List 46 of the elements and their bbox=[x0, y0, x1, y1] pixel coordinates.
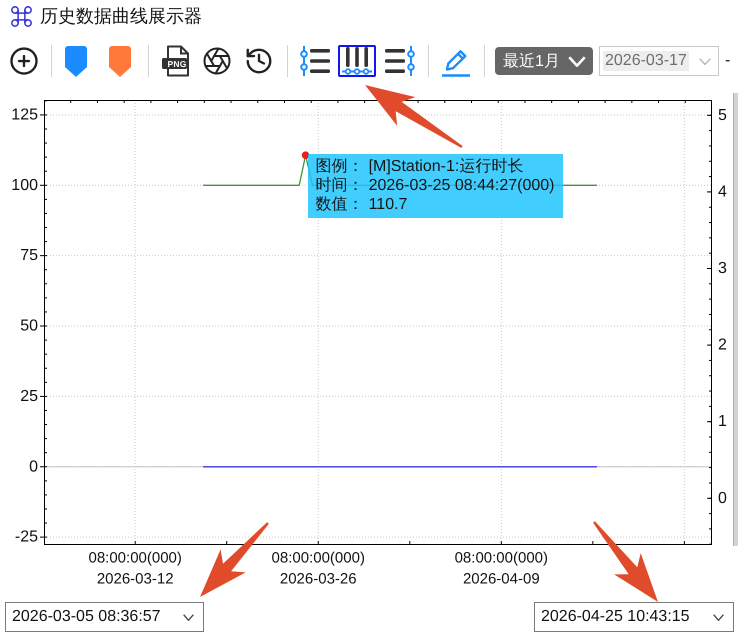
y-tick-label: 50 bbox=[20, 318, 38, 335]
y2-tick-label: 2 bbox=[718, 336, 727, 354]
x-tick-date-label: 2026-03-26 bbox=[280, 570, 357, 588]
x-tick-time-label: 08:00:00(000) bbox=[272, 550, 365, 566]
y2-tick-label: 5 bbox=[718, 106, 727, 124]
plus-circle-icon bbox=[9, 45, 39, 77]
tooltip-label: 数值： bbox=[316, 195, 365, 214]
x-tick-date-label: 2026-04-09 bbox=[462, 570, 540, 588]
range-separator: - bbox=[725, 52, 730, 70]
point-marker bbox=[302, 151, 310, 159]
x-tick-date-label: 2026-03-12 bbox=[96, 570, 174, 588]
y2-tick-label: 3 bbox=[718, 260, 727, 277]
list-right-slider-icon bbox=[385, 46, 415, 76]
y2-tick-label: 4 bbox=[718, 183, 727, 200]
window-title: 历史数据曲线展示器 bbox=[40, 5, 202, 28]
list-left-slider-icon bbox=[300, 46, 330, 76]
y-tick-label: 125 bbox=[11, 106, 38, 124]
tooltip-value: 110.7 bbox=[368, 195, 408, 214]
command-icon bbox=[10, 4, 33, 28]
chevron-down-icon bbox=[568, 56, 586, 66]
tooltip-label: 时间： bbox=[316, 176, 365, 196]
aperture-icon bbox=[202, 45, 232, 77]
tooltip-value: [M]Station-1:运行时长 bbox=[368, 157, 524, 176]
y-tick-label: 25 bbox=[20, 388, 38, 405]
date-time-combobox[interactable]: 2026-04-25 10:43:15 bbox=[534, 602, 734, 632]
tooltip-label: 图例： bbox=[316, 157, 365, 176]
y-tick-label: -25 bbox=[14, 528, 38, 546]
date-time-combobox[interactable]: 2026-03-05 08:36:57 bbox=[5, 602, 204, 632]
y-tick-label: 100 bbox=[11, 176, 38, 194]
chevron-down-icon bbox=[699, 58, 711, 64]
tooltip-value: 2026-03-25 08:44:27(000) bbox=[368, 176, 554, 196]
y2-tick-label: 1 bbox=[718, 413, 727, 430]
range-dropdown[interactable]: 最近1月 bbox=[495, 47, 593, 75]
x-tick-time-label: 08:00:00(000) bbox=[454, 550, 548, 566]
document-icon bbox=[161, 45, 191, 77]
y-tick-label: 0 bbox=[29, 458, 38, 476]
png-export-button[interactable]: PNG bbox=[159, 44, 193, 78]
chevron-down-icon bbox=[713, 614, 724, 620]
marker-icon bbox=[65, 46, 87, 76]
chevron-down-icon bbox=[183, 614, 194, 620]
y2-tick-label: 0 bbox=[718, 490, 727, 507]
marker-icon bbox=[109, 46, 131, 76]
x-tick-time-label: 08:00:00(000) bbox=[88, 550, 182, 566]
bars-slider-icon bbox=[342, 47, 372, 75]
view-mode-button[interactable] bbox=[338, 45, 376, 77]
y-tick-label: 75 bbox=[20, 247, 38, 264]
